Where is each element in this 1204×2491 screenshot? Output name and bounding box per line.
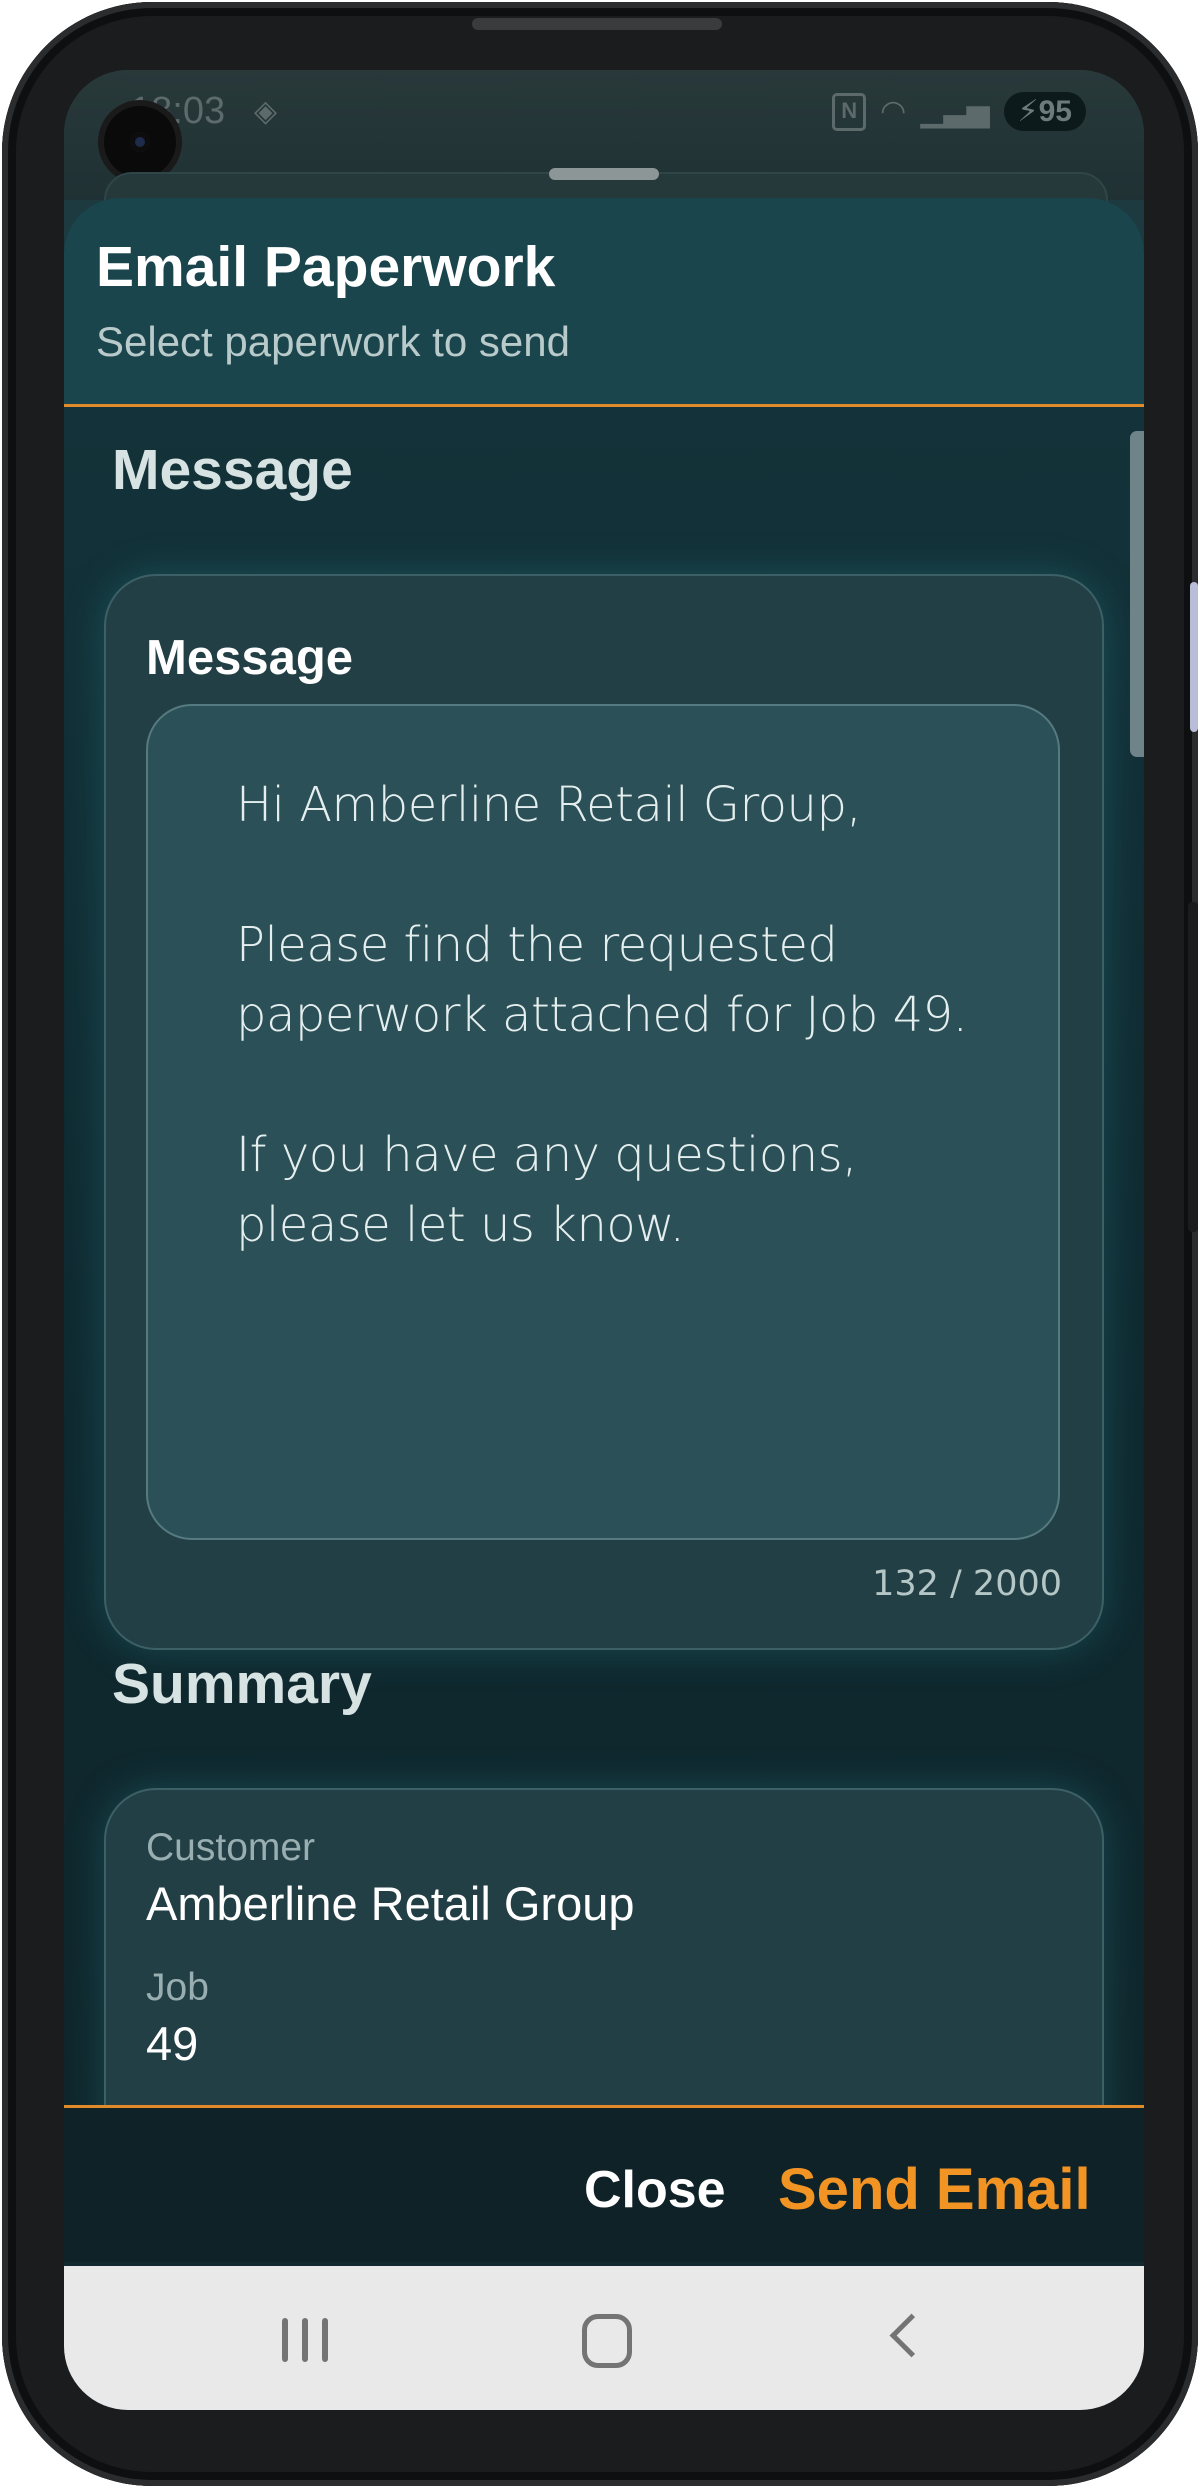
- battery-icon: ⚡95: [1003, 92, 1086, 131]
- sheet-header: Email Paperwork Select paperwork to send: [64, 198, 1144, 407]
- wifi-icon: ◠: [880, 95, 907, 128]
- send-email-button[interactable]: Send Email: [778, 2156, 1091, 2223]
- summary-card: Customer Amberline Retail Group Job 49: [104, 1788, 1104, 2105]
- status-bar: 18:03 ◈ N ◠ ▁▃▅ ⚡95: [64, 70, 1144, 216]
- nfc-icon: N: [832, 92, 867, 131]
- bottom-sheet: Email Paperwork Select paperwork to send…: [64, 198, 1144, 2410]
- customer-label: Customer: [146, 1826, 316, 1869]
- screen: 18:03 ◈ N ◠ ▁▃▅ ⚡95 Email Paperwork Sele…: [64, 70, 1144, 2410]
- battery-level: 95: [1038, 95, 1072, 128]
- message-section-heading: Message: [112, 438, 353, 502]
- summary-section-heading: Summary: [112, 1652, 372, 1716]
- recent-apps-icon[interactable]: [282, 2318, 328, 2362]
- sheet-footer: Close Send Email: [64, 2105, 1144, 2262]
- volume-button: [1190, 582, 1198, 732]
- status-icons: N ◠ ▁▃▅ ⚡95: [832, 92, 1086, 131]
- sheet-title: Email Paperwork: [96, 235, 556, 299]
- navigation-bar: [64, 2266, 1144, 2410]
- scrollbar[interactable]: [1130, 431, 1144, 757]
- sheet-subtitle: Select paperwork to send: [96, 318, 570, 365]
- home-icon[interactable]: [582, 2314, 632, 2368]
- message-field-label: Message: [146, 631, 354, 685]
- close-button[interactable]: Close: [584, 2160, 726, 2220]
- earpiece-speaker: [472, 18, 722, 30]
- message-card: Message Hi Amberline Retail Group, Pleas…: [104, 574, 1104, 1650]
- job-value: 49: [146, 2017, 199, 2070]
- message-textarea[interactable]: Hi Amberline Retail Group, Please find t…: [146, 704, 1060, 1540]
- location-icon: ◈: [254, 95, 278, 128]
- front-camera: [104, 106, 176, 178]
- job-label: Job: [146, 1966, 209, 2009]
- drag-handle[interactable]: [549, 168, 659, 180]
- phone-frame: 18:03 ◈ N ◠ ▁▃▅ ⚡95 Email Paperwork Sele…: [2, 2, 1198, 2486]
- sheet-content[interactable]: Message Message Hi Amberline Retail Grou…: [64, 407, 1144, 2105]
- customer-value: Amberline Retail Group: [146, 1877, 635, 1930]
- power-button: [1188, 902, 1198, 1232]
- character-counter: 132 / 2000: [872, 1564, 1062, 1604]
- back-icon[interactable]: [889, 2313, 934, 2358]
- signal-icon: ▁▃▅: [920, 95, 990, 128]
